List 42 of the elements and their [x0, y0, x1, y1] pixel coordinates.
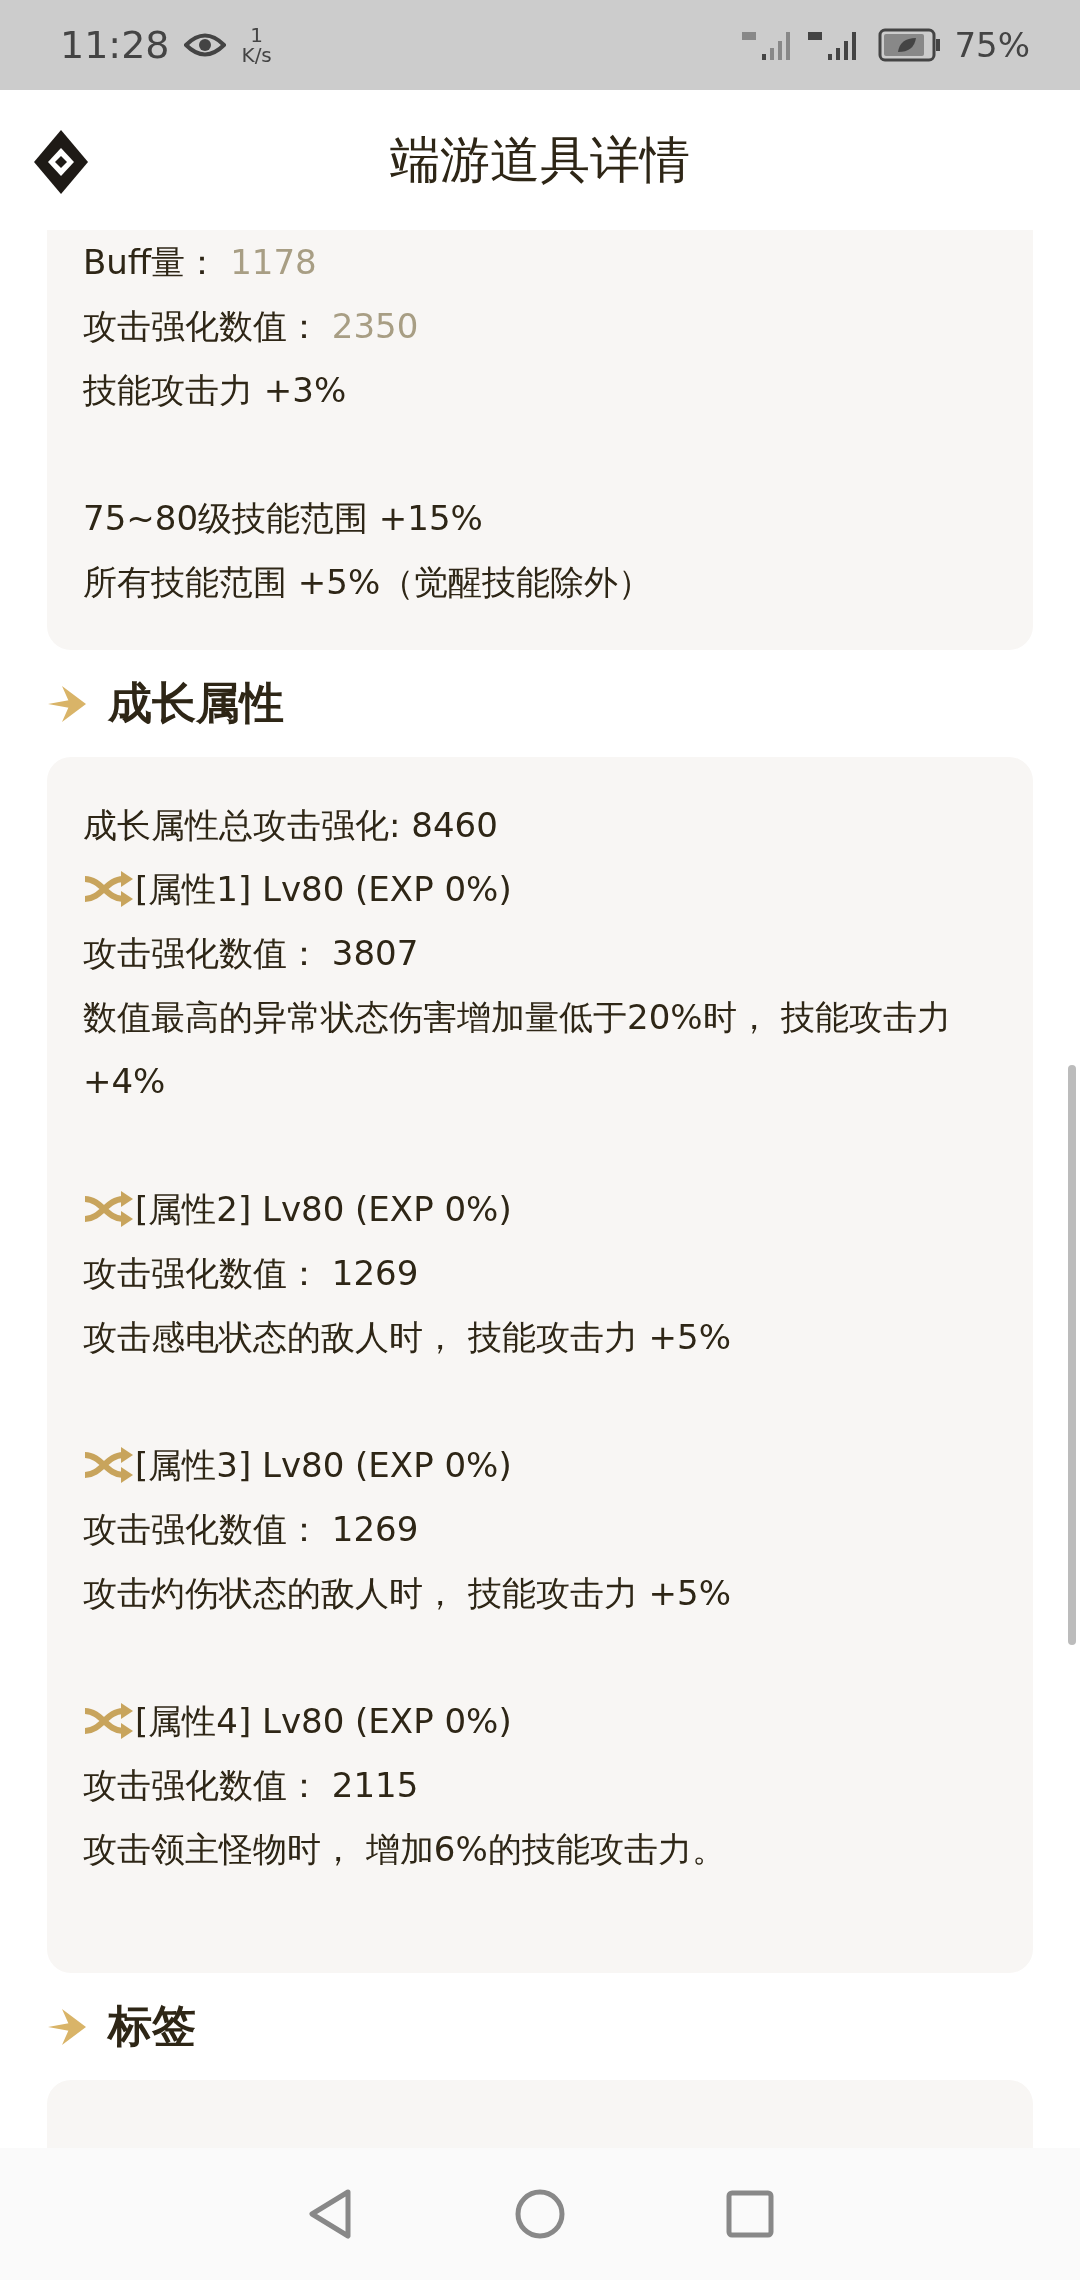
stat-line: 攻击强化数值： 2350 [83, 305, 420, 348]
attribute-title: [属性4] Lv80 (EXP 0%) [135, 1700, 512, 1743]
stat-line: 攻击强化数值： 1269 [83, 1508, 420, 1551]
stat-line: 攻击强化数值： 3807 [83, 932, 420, 975]
stat-line: 攻击强化数值： 1269 [83, 1252, 420, 1295]
attribute-title: [属性2] Lv80 (EXP 0%) [135, 1188, 512, 1231]
shuffle-icon [83, 1703, 135, 1739]
stat-line: Buff量： 1178 [83, 241, 318, 284]
section-heading: 标签 [108, 1999, 196, 2053]
arrow-icon [48, 683, 88, 724]
battery-icon [878, 28, 943, 62]
clock: 11:28 [60, 23, 170, 67]
shuffle-icon [83, 871, 135, 907]
stat-value: 1269 [331, 1509, 419, 1549]
battery-level: 75% [954, 25, 1030, 65]
text-line: 攻击领主怪物时， 增加6%的技能攻击力。 [83, 1828, 727, 1871]
text-line: 所有技能范围 +5%（觉醒技能除外） [83, 561, 654, 604]
text-line: 数值最高的异常状态伤害增加量低于20%时， 技能攻击力 +4% [83, 996, 953, 1103]
stat-value: 3807 [331, 933, 419, 973]
diamond-logo-icon [34, 130, 88, 194]
attribute-title: [属性1] Lv80 (EXP 0%) [135, 868, 512, 911]
network-speed: 1 K/s [241, 25, 272, 65]
stat-value: 1269 [331, 1253, 419, 1293]
back-icon[interactable] [306, 2188, 354, 2240]
section-heading: 成长属性 [108, 676, 284, 730]
page-title: 端游道具详情 [390, 129, 690, 191]
text-line: 75~80级技能范围 +15% [83, 497, 484, 540]
arrow-icon [48, 2006, 88, 2047]
recents-icon[interactable] [726, 2190, 774, 2238]
text-line: 成长属性总攻击强化: 8460 [83, 804, 499, 847]
text-line: 攻击感电状态的敌人时， 技能攻击力 +5% [83, 1316, 733, 1359]
home-icon[interactable] [514, 2188, 566, 2240]
eye-icon [183, 32, 226, 58]
shuffle-icon [83, 1191, 135, 1227]
shuffle-icon [83, 1447, 135, 1483]
stat-value: 2350 [331, 306, 419, 346]
stat-value: 2115 [331, 1765, 419, 1805]
stat-line: 攻击强化数值： 2115 [83, 1764, 420, 1807]
text-line: 技能攻击力 +3% [83, 369, 348, 412]
text-line: 攻击灼伤状态的敌人时， 技能攻击力 +5% [83, 1572, 733, 1615]
stat-value: 1178 [230, 242, 317, 282]
attribute-title: [属性3] Lv80 (EXP 0%) [135, 1444, 512, 1487]
